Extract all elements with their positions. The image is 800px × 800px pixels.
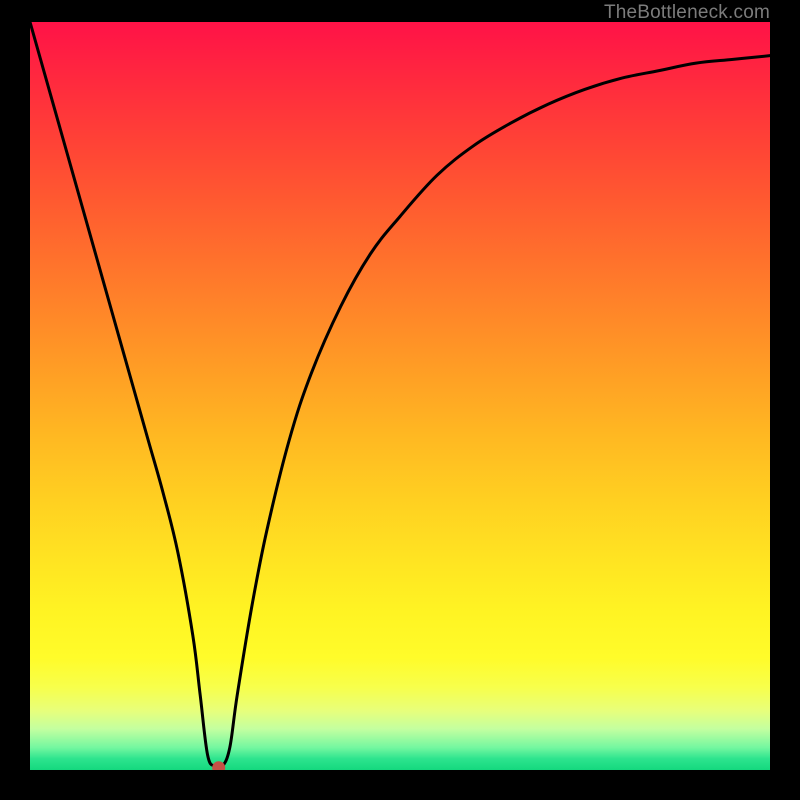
bottleneck-curve bbox=[30, 22, 770, 768]
plot-area bbox=[30, 22, 770, 770]
watermark-text: TheBottleneck.com bbox=[604, 2, 770, 24]
curve-svg bbox=[30, 22, 770, 770]
chart-frame: TheBottleneck.com bbox=[0, 0, 800, 800]
